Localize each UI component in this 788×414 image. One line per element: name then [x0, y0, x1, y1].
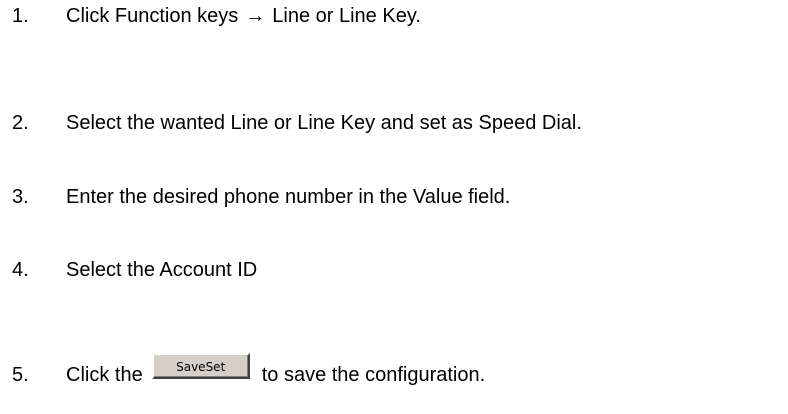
right-arrow-icon: → [245, 5, 266, 27]
step-number: 5. [12, 364, 29, 386]
step-1: 1. Click Function keys → Line or Line Key. [12, 2, 421, 30]
step-number: 1. [12, 5, 29, 27]
step-number: 4. [12, 259, 29, 281]
step-text: Click the [66, 364, 143, 386]
step-text-after: Line or Line Key. [272, 5, 421, 27]
step-text: Click Function keys [66, 5, 239, 27]
step-text-after: to save the configuration. [261, 364, 486, 386]
step-5: 5. Click the SaveSet to save the configurat… [12, 353, 486, 389]
saveset-button[interactable]: SaveSet [151, 353, 250, 379]
step-number: 2. [12, 112, 29, 134]
step-3: 3. Enter the desired phone number in the … [12, 183, 510, 211]
step-text: Select the wanted Line or Line Key and s… [66, 112, 582, 134]
step-2: 2. Select the wanted Line or Line Key and… [12, 109, 582, 137]
step-text: Enter the desired phone number in the Va… [66, 186, 511, 208]
step-number: 3. [12, 186, 29, 208]
step-text: Select the Account ID [66, 259, 258, 281]
step-4: 4. Select the Account ID [12, 256, 257, 284]
